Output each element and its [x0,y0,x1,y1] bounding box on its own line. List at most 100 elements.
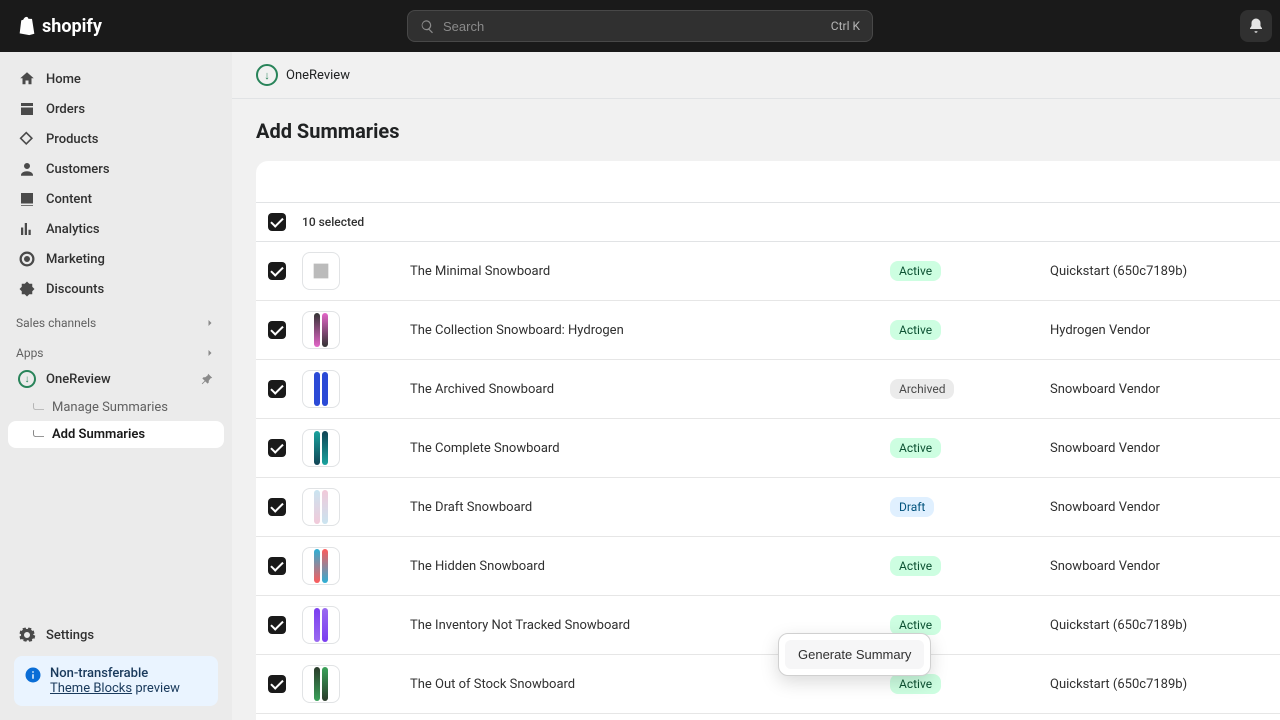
app-header: OneReview [232,52,1280,99]
image-placeholder-icon [310,260,332,282]
row-checkbox[interactable] [268,439,286,457]
nav-customers[interactable]: Customers [8,154,224,184]
table-row[interactable]: The Minimal SnowboardActive Quickstart (6… [256,242,1280,301]
table-row[interactable]: The Hidden SnowboardActive Snowboard Vend… [256,537,1280,596]
vendor-name: Quickstart (650c7189b) [1050,264,1187,279]
chevron-right-icon [204,347,216,359]
vendor-name: Quickstart (650c7189b) [1050,618,1187,633]
status-badge: Draft [890,497,934,517]
search-kbd: Ctrl K [831,19,860,33]
logo-text: shopify [42,16,102,37]
topbar: shopify Ctrl K [0,0,1280,52]
table-row[interactable]: The Draft SnowboardDraft Snowboard Vendor [256,478,1280,537]
products-card: 10 selected The Minimal SnowboardActiveQ… [256,161,1280,720]
nav-orders[interactable]: Orders [8,94,224,124]
sidebar: Home Orders Products Customers Content A… [0,52,232,720]
info-icon [24,666,42,684]
status-badge: Active [890,320,941,340]
product-name: The Complete Snowboard [410,441,890,456]
onereview-app-icon [18,370,36,388]
search-box[interactable]: Ctrl K [407,10,873,42]
preview-notice: Non-transferable Theme Blocks preview [14,656,218,706]
selected-count: 10 selected [302,215,364,229]
table-row[interactable]: The Inventory Not Tracked SnowboardActiv… [256,596,1280,655]
nav-marketing[interactable]: Marketing [8,244,224,274]
page-title: Add Summaries [232,99,1280,161]
status-badge: Active [890,556,941,576]
table-row[interactable]: The Complete SnowboardActive Snowboard Ve… [256,419,1280,478]
select-all-checkbox[interactable] [268,213,286,231]
nav-home[interactable]: Home [8,64,224,94]
onereview-app-icon [256,64,278,86]
row-checkbox[interactable] [268,557,286,575]
product-thumb [302,488,340,526]
row-checkbox[interactable] [268,380,286,398]
nav-content[interactable]: Content [8,184,224,214]
sales-channels-header[interactable]: Sales channels [0,304,232,334]
vendor-name: Quickstart (650c7189b) [1050,677,1187,692]
app-header-title: OneReview [286,68,350,83]
product-name: The Collection Snowboard: Hydrogen [410,323,890,338]
row-checkbox[interactable] [268,616,286,634]
row-checkbox[interactable] [268,498,286,516]
notifications-button[interactable] [1240,10,1272,42]
product-thumb [302,370,340,408]
status-badge: Active [890,438,941,458]
gear-icon [18,626,36,644]
bell-icon [1247,17,1265,35]
generate-summary-button[interactable]: Generate Summary [785,640,924,669]
apps-header[interactable]: Apps [0,334,232,364]
product-name: The Out of Stock Snowboard [410,677,890,692]
nav-products[interactable]: Products [8,124,224,154]
product-thumb [302,547,340,585]
table-row[interactable]: The Collection Snowboard: HydrogenActive… [256,301,1280,360]
status-badge: Archived [890,379,954,399]
status-badge: Active [890,615,941,635]
product-thumb [302,252,340,290]
sub-add-summaries[interactable]: Add Summaries [8,421,224,448]
product-name: The Inventory Not Tracked Snowboard [410,618,890,633]
pin-icon[interactable] [200,372,214,386]
vendor-name: Snowboard Vendor [1050,559,1160,574]
marketing-icon [18,250,36,268]
product-thumb [302,311,340,349]
content-icon [18,190,36,208]
discounts-icon [18,280,36,298]
search-input[interactable] [443,19,823,34]
customers-icon [18,160,36,178]
nav-discounts[interactable]: Discounts [8,274,224,304]
products-icon [18,130,36,148]
floating-action: Generate Summary [778,633,931,676]
table-row[interactable]: The Out of Stock SnowboardActive Quicksta… [256,655,1280,714]
search-icon [420,19,435,34]
product-name: The Draft Snowboard [410,500,890,515]
sub-manage-summaries[interactable]: Manage Summaries [8,394,224,421]
product-thumb [302,606,340,644]
vendor-name: Snowboard Vendor [1050,382,1160,397]
table-row[interactable]: The Archived SnowboardArchived Snowboard … [256,360,1280,419]
product-thumb [302,665,340,703]
row-checkbox[interactable] [268,675,286,693]
main-content: OneReview Add Summaries 10 selected The … [232,52,1280,720]
table-row[interactable]: Gift CardActiveSnowboard Vendor [256,714,1280,720]
orders-icon [18,100,36,118]
vendor-name: Hydrogen Vendor [1050,323,1150,338]
product-thumb [302,429,340,467]
status-badge: Active [890,674,941,694]
product-name: The Archived Snowboard [410,382,890,397]
theme-blocks-link[interactable]: Theme Blocks [50,681,132,696]
product-name: The Hidden Snowboard [410,559,890,574]
card-tabs [256,161,1280,203]
nav-settings[interactable]: Settings [8,620,224,650]
vendor-name: Snowboard Vendor [1050,500,1160,515]
vendor-name: Snowboard Vendor [1050,441,1160,456]
shopify-logo[interactable]: shopify [16,15,102,37]
status-badge: Active [890,261,941,281]
product-name: The Minimal Snowboard [410,264,890,279]
app-onereview[interactable]: OneReview [8,364,224,394]
row-checkbox[interactable] [268,262,286,280]
chevron-right-icon [204,317,216,329]
nav-analytics[interactable]: Analytics [8,214,224,244]
analytics-icon [18,220,36,238]
row-checkbox[interactable] [268,321,286,339]
